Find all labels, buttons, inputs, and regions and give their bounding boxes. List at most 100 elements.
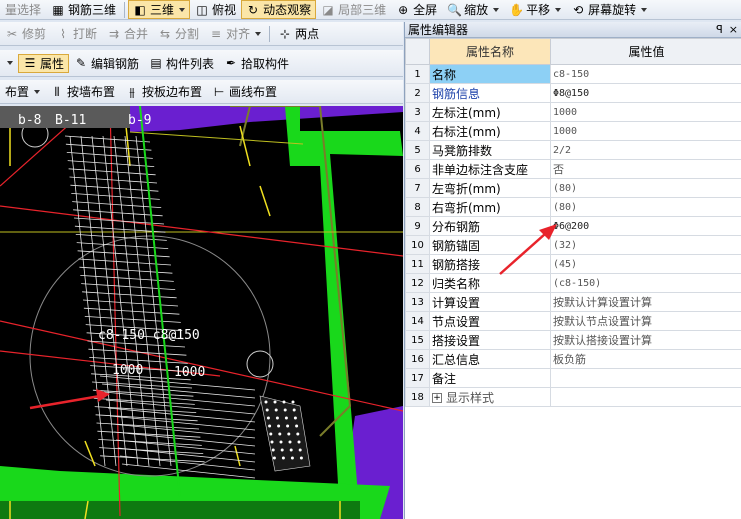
component-type-dropdown[interactable] (0, 54, 18, 73)
property-row[interactable]: 16 汇总信息 板负筋 (405, 349, 741, 369)
property-row[interactable]: 2 钢筋信息 Φ8@150 (405, 83, 741, 103)
fullscreen-button[interactable]: ⊕ 全屏 (391, 0, 442, 19)
property-row[interactable]: 8 右弯折(mm) (80) (405, 197, 741, 217)
property-value[interactable]: 1000 (550, 102, 741, 122)
property-value[interactable]: (45) (550, 254, 741, 274)
property-name: 钢筋信息 (429, 83, 551, 103)
property-table: 属性名称 属性值 1 名称 c8-150 2 钢筋信息 Φ8@150 3 左标注(mm) 100… (405, 38, 741, 407)
panel-title: 属性编辑器 (408, 23, 469, 37)
draw-line-button[interactable]: ⊢ 画线布置 (207, 82, 282, 101)
view-3d-label: 三维 (150, 3, 175, 17)
property-value[interactable]: 1000 (550, 121, 741, 141)
property-row[interactable]: 4 右标注(mm) 1000 (405, 121, 741, 141)
close-icon[interactable]: × (729, 23, 738, 36)
property-row[interactable]: 18 + 显示样式 (405, 387, 741, 407)
property-name: 左标注(mm) (429, 102, 551, 122)
viewport-canvas: b-8 B-11 b-9 c8-150 c8@150 1000 1000 (0, 106, 403, 519)
select-button[interactable]: 量选择 (0, 0, 46, 19)
layout-label: 布置 (5, 85, 30, 99)
property-value[interactable]: 按默认节点设置计算 (550, 311, 741, 331)
two-point-button[interactable]: ⊹ 两点 (273, 24, 324, 43)
component-list-button[interactable]: ▤ 构件列表 (144, 54, 219, 73)
trim-label: 修剪 (22, 27, 47, 41)
merge-button[interactable]: ⇉ 合并 (102, 24, 153, 43)
property-value[interactable]: 按默认搭接设置计算 (550, 330, 741, 350)
row-number: 7 (405, 178, 430, 198)
by-slab-edge-button[interactable]: ⫵ 按板边布置 (120, 82, 207, 101)
property-value[interactable]: Φ6@200 (550, 216, 741, 236)
expand-icon[interactable]: + (432, 393, 442, 403)
layout-dropdown[interactable]: 布置 (0, 82, 45, 101)
property-value[interactable]: (80) (550, 178, 741, 198)
property-value[interactable]: Φ8@150 (550, 83, 741, 103)
break-button[interactable]: ⌇ 打断 (51, 24, 102, 43)
property-value[interactable]: 2/2 (550, 140, 741, 160)
property-value[interactable]: 按默认计算设置计算 (550, 292, 741, 312)
property-value[interactable]: (80) (550, 197, 741, 217)
select-label: 量选择 (5, 3, 42, 17)
rebar-3d-button[interactable]: ▦ 钢筋三维 (46, 0, 121, 19)
property-row[interactable]: 13 计算设置 按默认计算设置计算 (405, 292, 741, 312)
property-row[interactable]: 9 分布钢筋 Φ6@200 (405, 216, 741, 236)
top-toolbar: 量选择 ▦ 钢筋三维 ◧ 三维 ◫ 俯视 ↻ 动态观察 ◪ 局部三维 ⊕ 全屏 🔍 缩放 ✋ 平… (0, 0, 741, 20)
property-row[interactable]: 3 左标注(mm) 1000 (405, 102, 741, 122)
property-row[interactable]: 6 非单边标注含支座否 (405, 159, 741, 179)
separator (124, 1, 126, 18)
property-row[interactable]: 10 钢筋锚固 (32) (405, 235, 741, 255)
dynamic-view-button[interactable]: ↻ 动态观察 (241, 0, 317, 19)
by-wall-button[interactable]: ⫴ 按墙布置 (45, 82, 120, 101)
property-row[interactable]: 12 归类名称 (c8-150) (405, 273, 741, 293)
property-row[interactable]: 14 节点设置 按默认节点设置计算 (405, 311, 741, 331)
slab-edge-icon: ⫵ (129, 84, 135, 99)
row-number: 9 (405, 216, 430, 236)
rebar-label: c8-150 c8@150 (98, 328, 200, 343)
view-3d-button[interactable]: ◧ 三维 (128, 0, 191, 19)
property-row[interactable]: 17 备注 (405, 368, 741, 388)
property-value[interactable]: 否 (550, 159, 741, 179)
break-icon: ⌇ (60, 26, 66, 41)
zoom-button[interactable]: 🔍 缩放 (442, 0, 504, 19)
row-number: 10 (405, 235, 430, 255)
property-row[interactable]: 15 搭接设置 按默认搭接设置计算 (405, 330, 741, 350)
property-value[interactable] (550, 387, 741, 407)
property-icon: ☰ (24, 56, 36, 70)
trim-button[interactable]: ✂ 修剪 (0, 24, 51, 43)
by-wall-label: 按墙布置 (67, 85, 116, 99)
property-value[interactable]: c8-150 (550, 64, 741, 84)
dim-left-label: 1000 (112, 363, 143, 378)
property-row[interactable]: 5 马凳筋排数 2/2 (405, 140, 741, 160)
property-name: 马凳筋排数 (429, 140, 551, 160)
top-view-button[interactable]: ◫ 俯视 (190, 0, 241, 19)
property-name: 钢筋搭接 (429, 254, 551, 274)
row-number: 1 (405, 64, 430, 84)
break-label: 打断 (73, 27, 98, 41)
pan-label: 平移 (526, 3, 551, 17)
fullscreen-label: 全屏 (413, 3, 438, 17)
align-button[interactable]: ≡ 对齐 (204, 24, 266, 43)
separator (269, 25, 271, 42)
property-value[interactable]: 板负筋 (550, 349, 741, 369)
property-row[interactable]: 11 钢筋搭接 (45) (405, 254, 741, 274)
by-slab-edge-label: 按板边布置 (142, 85, 203, 99)
chevron-down-icon (641, 7, 648, 12)
pick-component-button[interactable]: ✒ 拾取构件 (219, 54, 294, 73)
row-number: 8 (405, 197, 430, 217)
property-row[interactable]: 1 名称 c8-150 (405, 64, 741, 84)
local-3d-button[interactable]: ◪ 局部三维 (316, 0, 391, 19)
edit-rebar-button[interactable]: ✎ 编辑钢筋 (69, 54, 144, 73)
property-button[interactable]: ☰ 属性 (18, 53, 70, 73)
dynamic-view-label: 动态观察 (263, 3, 312, 17)
property-value[interactable]: (32) (550, 235, 741, 255)
cad-3d-viewport[interactable]: b-8 B-11 b-9 c8-150 c8@150 1000 1000 (0, 106, 403, 519)
local-3d-icon: ◪ (322, 2, 334, 17)
pan-button[interactable]: ✋ 平移 (504, 0, 566, 19)
property-value[interactable] (550, 368, 741, 388)
property-row[interactable]: 7 左弯折(mm) (80) (405, 178, 741, 198)
split-button[interactable]: ⇆ 分割 (153, 24, 204, 43)
property-value[interactable]: (c8-150) (550, 273, 741, 293)
pin-icon[interactable]: ꟼ (716, 23, 723, 36)
property-name: 钢筋锚固 (429, 235, 551, 255)
screen-rotate-button[interactable]: ⟲ 屏幕旋转 (566, 0, 652, 19)
row-number: 15 (405, 330, 430, 350)
magnifier-icon: 🔍 (447, 2, 463, 17)
